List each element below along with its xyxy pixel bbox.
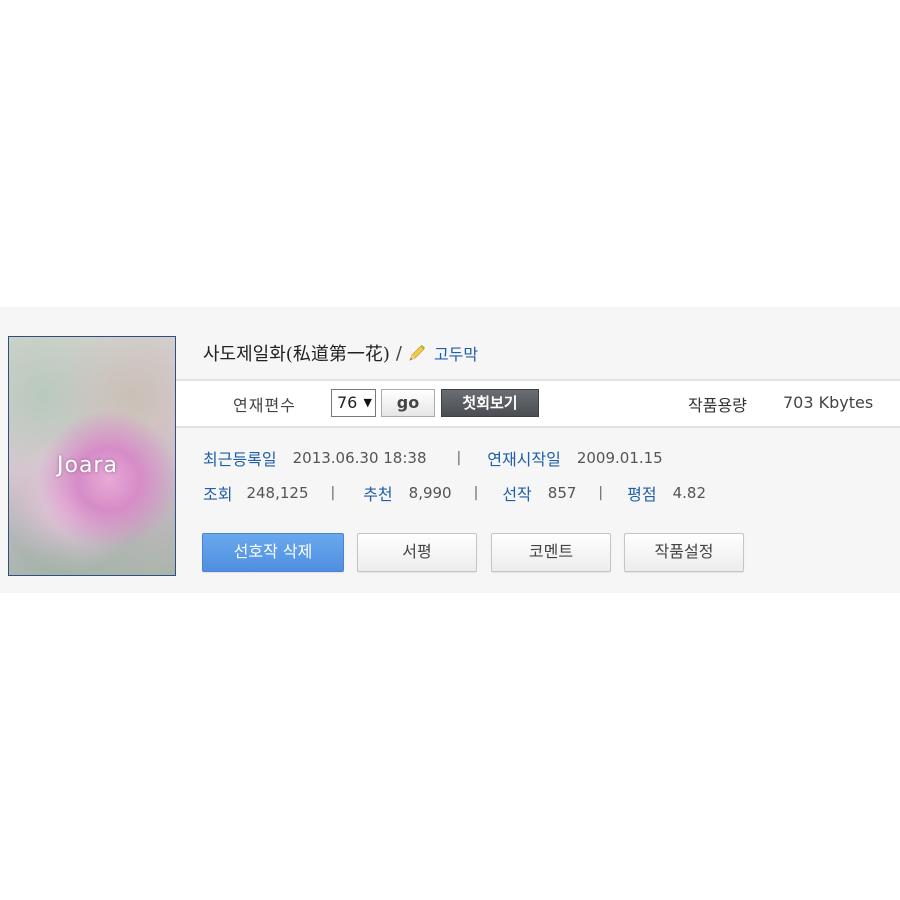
rating-value: 4.82 xyxy=(672,484,706,502)
favorites-value: 857 xyxy=(547,484,577,502)
remove-favorite-button[interactable]: 선호작 삭제 xyxy=(202,533,344,572)
first-episode-button[interactable]: 첫회보기 xyxy=(441,389,539,417)
divider xyxy=(176,426,900,428)
chevron-down-icon: ▼ xyxy=(363,396,372,409)
work-title[interactable]: 사도제일화(私道第一花) xyxy=(203,340,390,366)
start-date-label: 연재시작일 xyxy=(487,450,561,469)
pencil-icon xyxy=(407,343,427,363)
rating-label: 평점 xyxy=(627,485,657,504)
separator: | xyxy=(330,485,336,501)
go-button[interactable]: go xyxy=(381,389,435,417)
title-separator: / xyxy=(395,342,402,364)
recommend-value: 8,990 xyxy=(408,484,452,502)
cover-logo: Joara xyxy=(57,453,118,478)
last-updated-label: 최근등록일 xyxy=(203,450,277,469)
cover-image[interactable]: Joara xyxy=(8,336,176,576)
comment-button[interactable]: 코멘트 xyxy=(491,533,611,572)
recommend-label: 추천 xyxy=(363,485,393,504)
start-date-value: 2009.01.15 xyxy=(576,449,663,467)
separator: | xyxy=(456,450,462,466)
last-updated-value: 2013.06.30 18:38 xyxy=(292,449,427,467)
chapter-select[interactable]: 76 ▼ xyxy=(331,389,376,417)
work-settings-button[interactable]: 작품설정 xyxy=(624,533,744,572)
favorites-label: 선작 xyxy=(502,485,532,504)
chapter-select-value: 76 xyxy=(337,393,358,412)
separator: | xyxy=(598,485,604,501)
author-link[interactable]: 고두막 xyxy=(434,341,478,365)
title-row: 사도제일화(私道第一花) / 고두막 xyxy=(203,340,478,366)
stats-row-dates: 최근등록일 2013.06.30 18:38 | 연재시작일 2009.01.1… xyxy=(203,447,663,469)
work-size-label: 작품용량 xyxy=(688,396,747,415)
work-size-value: 703 Kbytes xyxy=(783,393,874,412)
views-value: 248,125 xyxy=(246,484,309,502)
review-button[interactable]: 서평 xyxy=(357,533,477,572)
views-label: 조회 xyxy=(203,485,233,504)
chapter-count-label: 연재편수 xyxy=(233,396,296,415)
stats-row-counts: 조회 248,125 | 추천 8,990 | 선작 857 | 평점 4.82 xyxy=(203,482,706,504)
separator: | xyxy=(473,485,479,501)
